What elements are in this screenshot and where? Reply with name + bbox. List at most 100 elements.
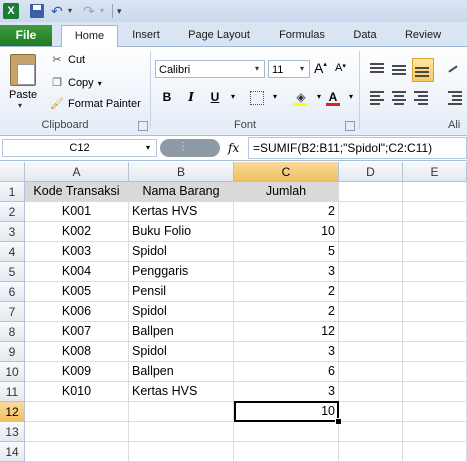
- grid-cell[interactable]: [339, 402, 403, 422]
- customize-qat-icon[interactable]: ▾: [117, 3, 122, 19]
- grid-cell[interactable]: Spidol: [129, 242, 234, 262]
- grid-cell[interactable]: K006: [25, 302, 129, 322]
- column-header-d[interactable]: D: [339, 162, 403, 182]
- grid-cell[interactable]: [403, 202, 467, 222]
- grid-cell[interactable]: 2: [234, 202, 339, 222]
- grid-cell[interactable]: [403, 422, 467, 442]
- grid-cell[interactable]: [403, 382, 467, 402]
- orientation-button[interactable]: [446, 60, 464, 78]
- font-color-dropdown-icon[interactable]: ▾: [342, 88, 360, 106]
- copy-button[interactable]: ❐ Copy ▾: [50, 74, 102, 92]
- grid-cell[interactable]: [339, 302, 403, 322]
- bottom-align-button[interactable]: [412, 58, 434, 82]
- grid-cell[interactable]: [25, 402, 129, 422]
- font-size-dropdown-icon[interactable]: ▾: [300, 60, 310, 78]
- grid-cell[interactable]: Penggaris: [129, 262, 234, 282]
- underline-dropdown-icon[interactable]: ▾: [224, 88, 242, 106]
- column-header-c[interactable]: C: [234, 162, 339, 182]
- shrink-font-button[interactable]: A▾: [335, 62, 346, 74]
- grid-cell[interactable]: [339, 242, 403, 262]
- grid-cell[interactable]: K001: [25, 202, 129, 222]
- row-header[interactable]: 6: [0, 282, 25, 302]
- font-name-input[interactable]: Calibri: [155, 60, 265, 78]
- fill-color-button[interactable]: ◈: [292, 88, 310, 106]
- row-header[interactable]: 4: [0, 242, 25, 262]
- tab-file[interactable]: File: [0, 25, 52, 46]
- grid-cell[interactable]: [339, 442, 403, 462]
- grid-cell[interactable]: K004: [25, 262, 129, 282]
- tab-review[interactable]: Review: [398, 25, 448, 46]
- grid-cell[interactable]: [339, 182, 403, 202]
- undo-dropdown-icon[interactable]: ▾: [68, 3, 72, 19]
- top-align-button[interactable]: [368, 60, 386, 78]
- grid-cell[interactable]: Ballpen: [129, 322, 234, 342]
- italic-button[interactable]: I: [182, 88, 200, 106]
- tab-page-layout[interactable]: Page Layout: [180, 25, 258, 46]
- borders-button[interactable]: [248, 88, 266, 106]
- grid-cell[interactable]: Spidol: [129, 302, 234, 322]
- column-header-e[interactable]: E: [403, 162, 467, 182]
- font-launcher-icon[interactable]: [345, 121, 355, 131]
- grid-cell[interactable]: [25, 422, 129, 442]
- grid-cell[interactable]: [25, 442, 129, 462]
- fill-handle[interactable]: [335, 418, 342, 425]
- grid-cell[interactable]: [403, 182, 467, 202]
- grid-cell[interactable]: Pensil: [129, 282, 234, 302]
- paste-button-label[interactable]: Paste: [9, 89, 37, 101]
- tab-home[interactable]: Home: [61, 25, 118, 48]
- grid-cell[interactable]: K008: [25, 342, 129, 362]
- formula-input[interactable]: =SUMIF(B2:B11;"Spidol";C2:C11): [248, 137, 467, 159]
- grid-cell[interactable]: [234, 442, 339, 462]
- column-header-b[interactable]: B: [129, 162, 234, 182]
- save-icon[interactable]: [30, 4, 44, 18]
- grid-cell[interactable]: [339, 422, 403, 442]
- grid-cell[interactable]: [129, 442, 234, 462]
- grid-cell[interactable]: [403, 442, 467, 462]
- copy-dropdown-icon[interactable]: ▾: [98, 79, 102, 88]
- grid-cell[interactable]: [403, 222, 467, 242]
- name-box-dropdown-icon[interactable]: ▾: [146, 139, 150, 157]
- row-header[interactable]: 12: [0, 402, 25, 422]
- grid-cell[interactable]: [339, 222, 403, 242]
- row-header[interactable]: 13: [0, 422, 25, 442]
- select-all-corner[interactable]: [0, 162, 25, 182]
- grid-cell[interactable]: [403, 262, 467, 282]
- row-header[interactable]: 10: [0, 362, 25, 382]
- grid-cell[interactable]: 5: [234, 242, 339, 262]
- grid-cell[interactable]: [339, 282, 403, 302]
- grid-cell[interactable]: [339, 342, 403, 362]
- excel-app-icon[interactable]: X: [3, 3, 19, 19]
- name-box[interactable]: C12: [2, 139, 157, 157]
- middle-align-button[interactable]: [390, 60, 408, 78]
- grid-cell[interactable]: [339, 262, 403, 282]
- align-center-button[interactable]: [390, 88, 408, 106]
- grid-cell[interactable]: [234, 422, 339, 442]
- grid-cell[interactable]: [403, 242, 467, 262]
- align-right-button[interactable]: [412, 88, 430, 106]
- grid-cell[interactable]: K005: [25, 282, 129, 302]
- grid-cell[interactable]: 3: [234, 262, 339, 282]
- grid-cell[interactable]: 10: [234, 222, 339, 242]
- grid-cell[interactable]: K009: [25, 362, 129, 382]
- borders-dropdown-icon[interactable]: ▾: [266, 88, 284, 106]
- row-header[interactable]: 8: [0, 322, 25, 342]
- font-name-dropdown-icon[interactable]: ▾: [255, 60, 266, 78]
- grid-cell[interactable]: K002: [25, 222, 129, 242]
- grid-cell[interactable]: K010: [25, 382, 129, 402]
- underline-button[interactable]: U: [206, 88, 224, 106]
- font-color-button[interactable]: A: [324, 88, 342, 106]
- tab-insert[interactable]: Insert: [122, 25, 170, 46]
- row-header[interactable]: 2: [0, 202, 25, 222]
- row-header[interactable]: 14: [0, 442, 25, 462]
- grid-cell[interactable]: Kertas HVS: [129, 382, 234, 402]
- decrease-indent-button[interactable]: [446, 88, 464, 106]
- cut-button[interactable]: ✂ Cut: [50, 51, 85, 69]
- undo-icon[interactable]: ↶: [51, 3, 63, 19]
- grid-cell[interactable]: Jumlah: [234, 182, 339, 202]
- grid-cell[interactable]: Kertas HVS: [129, 202, 234, 222]
- grid-cell[interactable]: [339, 382, 403, 402]
- grid-cell[interactable]: [339, 202, 403, 222]
- grid-cell[interactable]: K003: [25, 242, 129, 262]
- grid-cell[interactable]: 6: [234, 362, 339, 382]
- tab-formulas[interactable]: Formulas: [270, 25, 334, 46]
